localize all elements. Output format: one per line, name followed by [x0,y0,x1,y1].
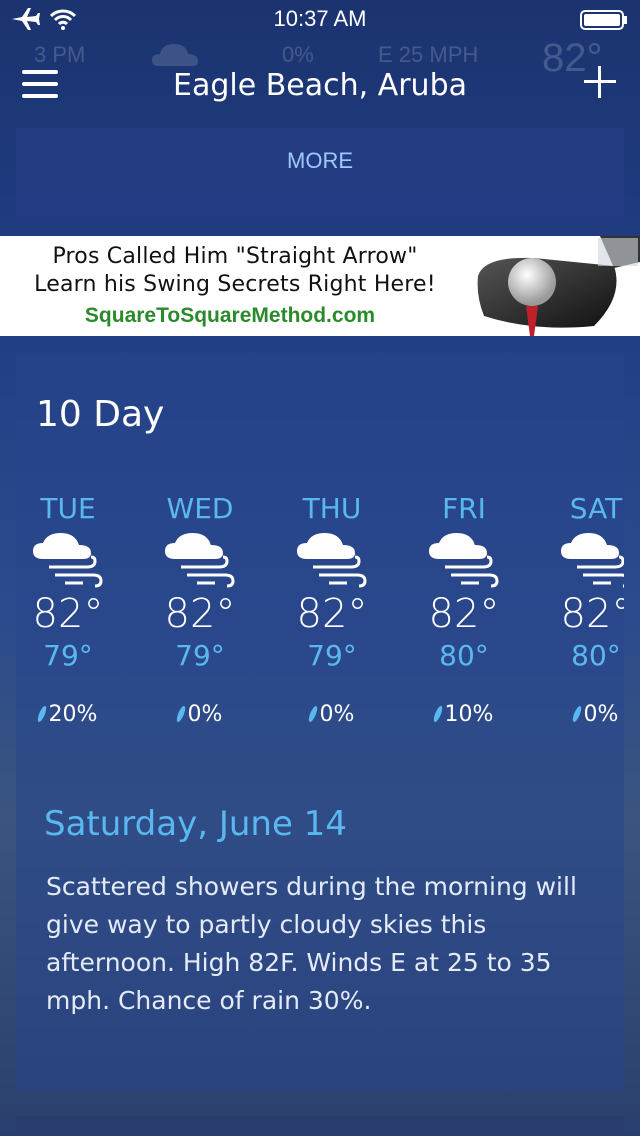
ad-headline: Pros Called Him "Straight Arrow" [52,244,418,269]
cloud-wind-icon [429,533,499,588]
day-high: 82° [296,591,368,637]
day-column-fri[interactable]: FRI 82° 80° 10% [398,492,530,727]
day-low: 80° [439,639,489,672]
day-precip: 0% [266,702,398,727]
battery-icon [580,10,627,30]
more-button[interactable]: MORE [16,148,624,174]
day-high: 82° [560,591,624,637]
day-column-wed[interactable]: WED 82° 79° 0% [134,492,266,727]
day-name: SAT [569,492,623,525]
day-precip: 20% [16,702,134,727]
day-low: 79° [175,639,225,672]
day-low: 79° [43,639,93,672]
ten-day-title: 10 Day [36,394,165,435]
day-column-sat[interactable]: SAT 82° 80° 0% [530,492,624,727]
golf-club-ball-image [474,236,640,336]
day-low: 79° [307,639,357,672]
day-column-tue[interactable]: TUE 82° 79° 20% [16,492,134,727]
day-precip: 10% [398,702,530,727]
day-name: WED [166,492,234,525]
cloud-wind-icon [561,533,624,588]
day-precip: 0% [134,702,266,727]
day-column-thu[interactable]: THU 82° 79° 0% [266,492,398,727]
day-high: 82° [164,591,236,637]
ad-banner[interactable]: Pros Called Him "Straight Arrow" Learn h… [0,236,640,336]
day-low: 80° [571,639,621,672]
raindrop-icon [570,706,583,722]
day-high: 82° [32,591,104,637]
raindrop-icon [431,706,444,722]
precip-value: 0% [319,702,355,727]
more-panel: MORE [16,128,624,218]
cloud-wind-icon [297,533,367,588]
raindrop-icon [174,706,187,722]
location-title[interactable]: Eagle Beach, Aruba [0,68,640,103]
precip-value: 0% [187,702,223,727]
cloud-wind-icon [165,533,235,588]
cloud-wind-icon [33,533,103,588]
day-high: 82° [428,591,500,637]
day-name: TUE [40,492,96,525]
status-time: 10:37 AM [273,6,367,31]
raindrop-icon [306,706,319,722]
precip-value: 20% [48,702,98,727]
ad-subheadline: Learn his Swing Secrets Right Here! [34,272,436,297]
precip-value: 0% [583,702,619,727]
ten-day-strip[interactable]: TUE 82° 79° 20% WED 82° 79° 0% THU 82° 7… [16,492,624,762]
selected-day-date: Saturday, June 14 [44,804,347,844]
day-name: FRI [442,492,486,525]
next-card [16,1116,624,1136]
status-bar: 10:37 AM [0,0,640,40]
app-header: Eagle Beach, Aruba [0,56,640,116]
ad-url[interactable]: SquareToSquareMethod.com [0,304,460,328]
day-name: THU [302,492,362,525]
day-precip: 0% [530,702,624,727]
selected-day-description: Scattered showers during the morning wil… [46,872,577,1015]
ten-day-card: 10 Day TUE 82° 79° 20% WED 82° 79° 0% TH… [16,352,624,1090]
raindrop-icon [35,706,48,722]
precip-value: 10% [444,702,494,727]
add-location-icon[interactable] [584,66,616,98]
